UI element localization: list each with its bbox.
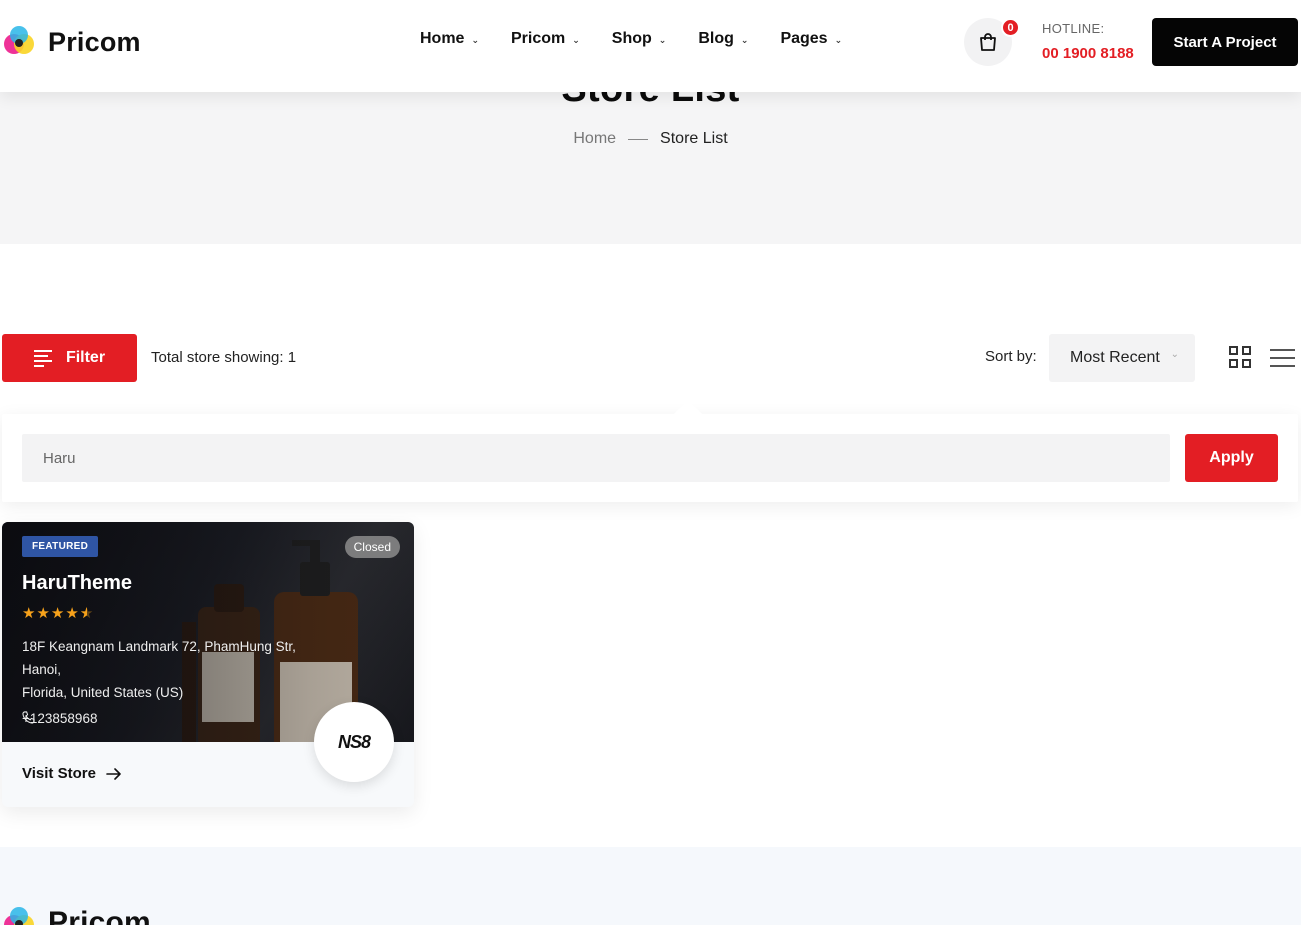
chevron-down-icon: ⌄ bbox=[572, 34, 580, 45]
star-icon: ★ bbox=[36, 605, 50, 622]
apply-button[interactable]: Apply bbox=[1185, 434, 1278, 482]
store-status-badge: Closed bbox=[344, 536, 400, 558]
nav-item-label: Home bbox=[420, 30, 465, 47]
nav-item-label: Shop bbox=[611, 30, 652, 47]
sort-select[interactable]: Most Recent ⌄ bbox=[1049, 334, 1195, 382]
store-search-input[interactable] bbox=[22, 434, 1170, 482]
sort-label: Sort by: bbox=[985, 348, 1037, 365]
start-project-button[interactable]: Start A Project bbox=[1152, 18, 1298, 66]
footer-logo-text: Pricom bbox=[48, 906, 151, 925]
store-address: 18F Keangnam Landmark 72, PhamHung Str, … bbox=[22, 635, 322, 704]
star-rating: ★ ★ ★ ★ ★ ★ bbox=[22, 604, 93, 622]
nav-item-blog[interactable]: Blog ⌄ bbox=[698, 30, 748, 48]
nav-item-shop[interactable]: Shop ⌄ bbox=[612, 30, 667, 48]
star-icon: ★ bbox=[50, 605, 65, 622]
hotline-number-link[interactable]: 00 1900 8188 bbox=[1042, 45, 1134, 62]
store-logo[interactable]: NS8 bbox=[314, 702, 394, 782]
address-line: Florida, United States (US) bbox=[22, 685, 184, 700]
cart-button[interactable]: 0 bbox=[964, 18, 1020, 66]
chevron-down-icon: ⌄ bbox=[1170, 349, 1179, 360]
list-view-icon[interactable] bbox=[1270, 349, 1295, 367]
breadcrumb: Home Store List bbox=[0, 130, 1301, 148]
main-nav: Home ⌄ Pricom ⌄ Shop ⌄ Blog ⌄ Pages ⌄ bbox=[420, 30, 842, 48]
nav-item-pages[interactable]: Pages ⌄ bbox=[780, 30, 842, 48]
filter-panel: Apply bbox=[2, 399, 1298, 502]
store-phone: +123858968 bbox=[22, 711, 97, 726]
logo-text: Pricom bbox=[48, 26, 141, 57]
store-name-link[interactable]: HaruTheme bbox=[22, 572, 132, 595]
footer-logo[interactable]: Pricom bbox=[2, 905, 151, 925]
star-icon: ★ bbox=[22, 605, 36, 622]
store-card: FEATURED Closed HaruTheme ★ ★ ★ ★ ★ ★ 18… bbox=[2, 522, 414, 807]
phone-icon bbox=[22, 711, 35, 724]
breadcrumb-current: Store List bbox=[660, 130, 728, 147]
filter-lines-icon bbox=[33, 349, 52, 367]
breadcrumb-separator bbox=[628, 138, 649, 140]
cart-count-badge: 0 bbox=[1001, 18, 1020, 37]
half-star-icon: ★ ★ bbox=[79, 605, 94, 622]
nav-item-label: Pricom bbox=[511, 30, 566, 47]
visit-store-link[interactable]: Visit Store bbox=[22, 765, 122, 782]
filter-button[interactable]: Filter bbox=[2, 334, 137, 382]
logo-icon bbox=[4, 26, 34, 54]
featured-badge: FEATURED bbox=[22, 536, 99, 557]
chevron-down-icon: ⌄ bbox=[740, 34, 749, 45]
grid-view-icon[interactable] bbox=[1229, 346, 1252, 369]
logo-icon bbox=[4, 907, 34, 925]
arrow-right-icon bbox=[106, 767, 121, 780]
star-icon: ★ bbox=[65, 605, 79, 622]
address-line: 18F Keangnam Landmark 72, PhamHung Str, bbox=[22, 639, 296, 654]
site-logo[interactable]: Pricom bbox=[2, 24, 141, 60]
hotline: HOTLINE: 00 1900 8188 bbox=[1042, 20, 1134, 62]
breadcrumb-home-link[interactable]: Home bbox=[573, 130, 616, 148]
chevron-down-icon: ⌄ bbox=[658, 34, 667, 45]
shopping-bag-icon bbox=[980, 33, 996, 51]
filter-button-label: Filter bbox=[65, 349, 106, 366]
nav-item-pricom[interactable]: Pricom ⌄ bbox=[511, 30, 580, 48]
visit-store-label: Visit Store bbox=[22, 765, 96, 782]
nav-item-label: Pages bbox=[780, 30, 828, 47]
filter-panel-pointer bbox=[673, 399, 703, 429]
site-header: Pricom Home ⌄ Pricom ⌄ Shop ⌄ Blog ⌄ Pag… bbox=[0, 0, 1301, 92]
nav-item-home[interactable]: Home ⌄ bbox=[420, 30, 479, 48]
nav-item-label: Blog bbox=[698, 30, 734, 47]
sort-select-value: Most Recent bbox=[1070, 349, 1160, 366]
hotline-label: HOTLINE: bbox=[1042, 21, 1105, 36]
chevron-down-icon: ⌄ bbox=[471, 34, 479, 45]
site-footer: Pricom bbox=[0, 847, 1301, 925]
total-store-count: Total store showing: 1 bbox=[151, 349, 297, 366]
chevron-down-icon: ⌄ bbox=[834, 34, 843, 45]
address-line: Hanoi, bbox=[22, 662, 62, 677]
